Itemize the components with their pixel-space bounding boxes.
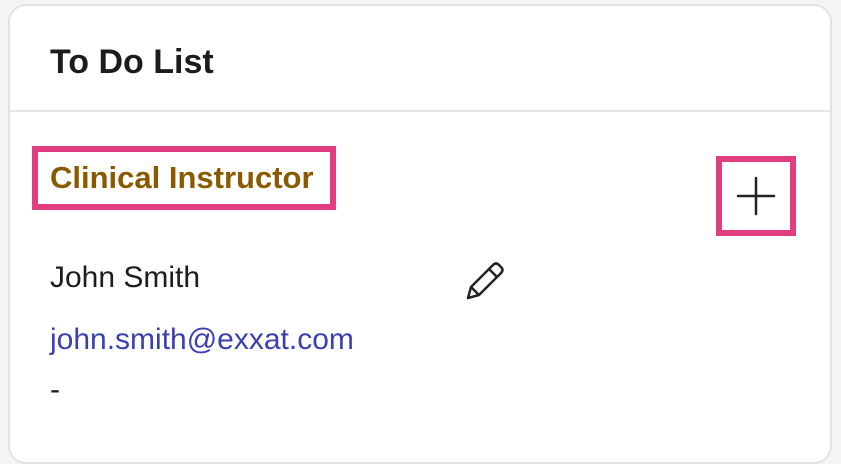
edit-contact-button[interactable] bbox=[458, 254, 510, 306]
contact-phone: - bbox=[50, 373, 60, 406]
plus-icon bbox=[736, 176, 776, 216]
clinical-instructor-section: Clinical Instructor John Smith john.smit… bbox=[10, 112, 830, 462]
contact-email-link[interactable]: john.smith@exxat.com bbox=[50, 320, 354, 360]
todo-list-card: To Do List Clinical Instructor John Smit… bbox=[8, 4, 832, 464]
card-header: To Do List bbox=[10, 6, 830, 112]
role-label: Clinical Instructor bbox=[32, 146, 336, 210]
contact-name: John Smith bbox=[50, 261, 201, 294]
add-instructor-button[interactable] bbox=[716, 156, 796, 236]
card-title: To Do List bbox=[50, 43, 214, 81]
pencil-icon bbox=[466, 262, 504, 300]
